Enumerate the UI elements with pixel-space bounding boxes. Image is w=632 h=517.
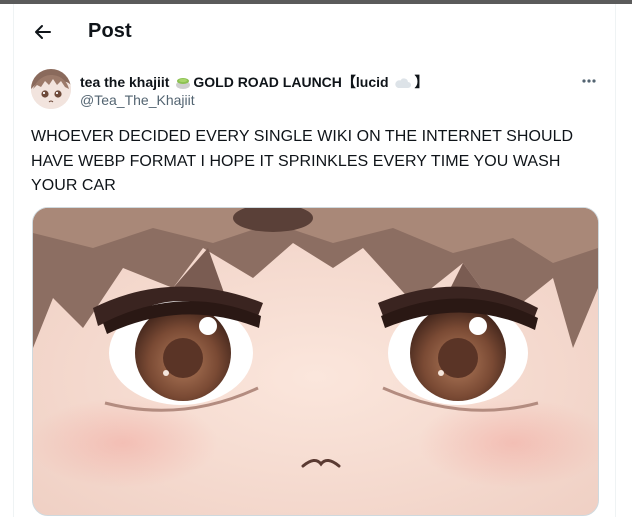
author-handle[interactable]: @Tea_The_Khajiit xyxy=(80,92,195,108)
author-display-name[interactable]: tea the khajiit GOLD ROAD LAUNCH【lucid 】 xyxy=(80,72,428,93)
author-name-end: 】 xyxy=(414,74,429,90)
author-name-text: tea the khajiit xyxy=(80,74,170,90)
post-text: WHOEVER DECIDED EVERY SINGLE WIKI ON THE… xyxy=(31,128,574,194)
post-image[interactable] xyxy=(32,207,599,516)
green-tea-icon xyxy=(175,74,191,93)
post-header: Post xyxy=(14,4,615,56)
cloud-icon xyxy=(394,76,412,93)
post-column: Post tea the khajiit GOLD ROAD LAUNCH【lu… xyxy=(13,4,616,517)
author-name-event: GOLD ROAD LAUNCH【lucid xyxy=(193,74,389,90)
anime-eyes-illustration xyxy=(33,208,598,515)
back-arrow-icon[interactable] xyxy=(33,22,53,42)
more-options-icon[interactable] xyxy=(579,74,599,88)
page-title: Post xyxy=(88,20,132,42)
avatar[interactable] xyxy=(31,69,71,109)
